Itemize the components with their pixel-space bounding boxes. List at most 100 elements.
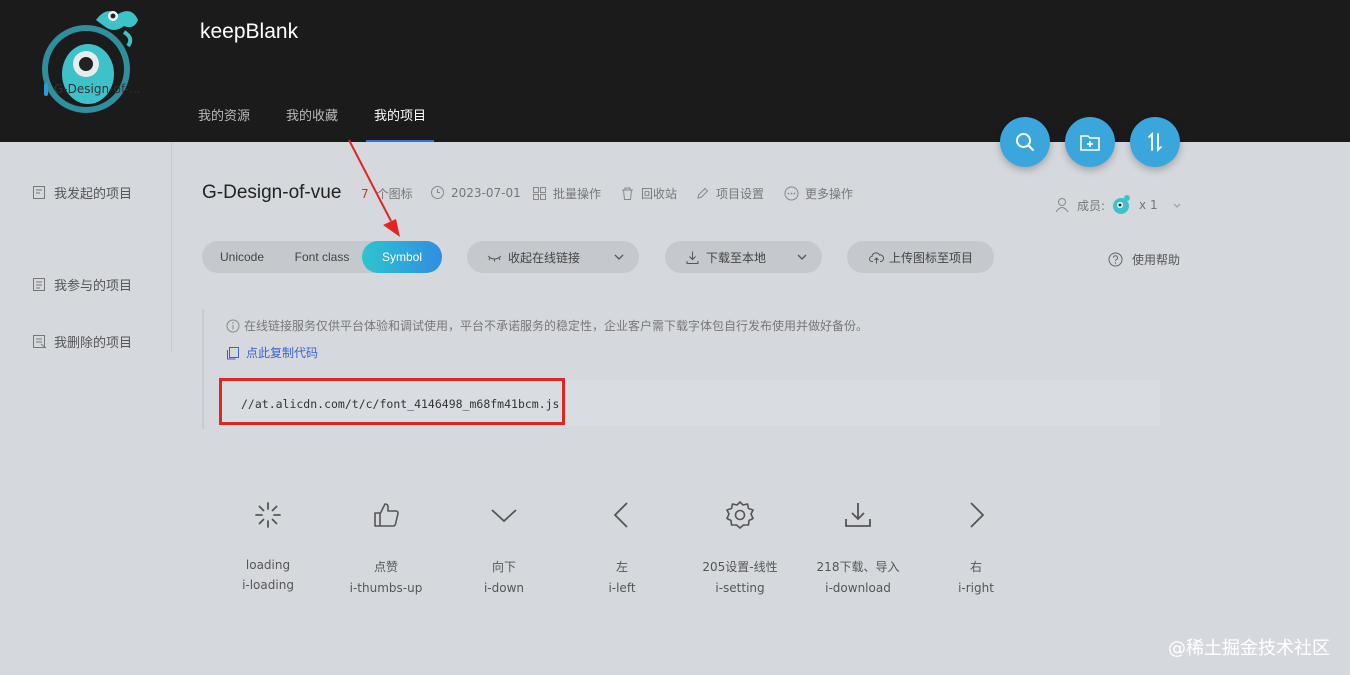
icon-count-value: 7: [361, 186, 369, 201]
more-actions-label: 更多操作: [805, 187, 854, 201]
help-label: 使用帮助: [1132, 253, 1181, 267]
sort-icon: [1148, 131, 1162, 153]
sort-button[interactable]: [1130, 117, 1180, 167]
copy-icon: [227, 346, 239, 359]
members-label: 成员:: [1077, 198, 1106, 213]
user-icon: [1055, 198, 1069, 213]
icon-card-thumbs-up[interactable]: 点赞 i-thumbs-up: [326, 495, 446, 595]
help-icon: [1108, 252, 1123, 267]
font-type-tabs: Unicode Font class Symbol: [202, 241, 442, 273]
download-local-label: 下载至本地: [706, 250, 767, 265]
icon-code: i-loading: [242, 578, 294, 592]
icon-card-loading[interactable]: loading i-loading: [208, 495, 328, 592]
recycle-bin-label: 回收站: [641, 187, 678, 201]
sidebar-item-joined[interactable]: 我参与的项目: [32, 275, 132, 294]
info-icon: [226, 319, 240, 332]
members-count: x 1: [1139, 198, 1158, 212]
active-indicator: [44, 82, 48, 96]
icon-code: i-left: [608, 581, 636, 595]
add-folder-button[interactable]: [1065, 117, 1115, 167]
main-nav: 我的资源 我的收藏 我的项目: [198, 108, 462, 142]
project-settings-label: 项目设置: [716, 187, 765, 201]
download-local-button[interactable]: 下载至本地: [665, 241, 822, 273]
sidebar-item-label: 我发起的项目: [54, 187, 133, 202]
icon-name: 左: [615, 560, 628, 574]
download-icon: [845, 503, 871, 527]
search-button[interactable]: [1000, 117, 1050, 167]
icon-code: i-setting: [715, 581, 765, 595]
edit-icon: [697, 187, 709, 199]
project-title: G-Design-of-vue: [202, 182, 342, 203]
icon-name: loading: [245, 558, 291, 572]
batch-action-label: 批量操作: [553, 187, 602, 201]
nav-my-projects[interactable]: 我的项目: [366, 108, 435, 142]
sidebar: [0, 142, 172, 352]
thumbs-up-icon: [374, 503, 399, 527]
notice-text: 在线链接服务仅供平台体验和调试使用，平台不承诺服务的稳定性，企业客户需下载字体包…: [226, 317, 868, 334]
eye-closed-icon: [487, 255, 502, 261]
icon-name: 向下: [491, 560, 516, 574]
tab-unicode[interactable]: Unicode: [202, 241, 282, 273]
document-delete-icon: [33, 335, 47, 349]
icon-name: 205设置-线性: [702, 560, 778, 574]
upload-icons-label: 上传图标至项目: [889, 250, 974, 265]
chevron-down-icon: [797, 254, 807, 260]
icon-code: i-down: [483, 581, 525, 595]
nav-my-favorites[interactable]: 我的收藏: [286, 108, 338, 142]
sidebar-item-label: 我删除的项目: [54, 336, 133, 351]
sidebar-item-deleted[interactable]: 我删除的项目: [32, 332, 132, 351]
icon-name: 点赞: [373, 560, 398, 574]
chevron-down-icon: [1173, 203, 1180, 208]
icon-card-down[interactable]: 向下 i-down: [444, 495, 564, 595]
upload-icons-button[interactable]: 上传图标至项目: [847, 241, 994, 273]
project-settings-button[interactable]: 项目设置: [695, 185, 764, 202]
setting-icon: [726, 501, 754, 529]
trash-icon: [622, 187, 633, 200]
sidebar-project-label: G-Design-of-...: [54, 82, 141, 96]
icon-code: i-thumbs-up: [349, 581, 423, 595]
grid-icon: [533, 187, 546, 200]
icon-count-suffix: 个图标: [376, 187, 413, 201]
more-icon: [784, 186, 799, 201]
copy-code-label: 点此复制代码: [246, 346, 319, 360]
tab-symbol[interactable]: Symbol: [362, 241, 442, 273]
highlight-box: [219, 378, 565, 425]
left-icon: [613, 502, 628, 528]
more-actions-button[interactable]: 更多操作: [784, 185, 853, 202]
icon-card-download[interactable]: 218下载、导入 i-download: [798, 495, 918, 595]
sidebar-project-item[interactable]: G-Design-of-...: [44, 82, 140, 96]
project-date: 2023-07-01: [430, 185, 521, 200]
batch-action-button[interactable]: 批量操作: [532, 185, 601, 202]
add-folder-icon: [1080, 135, 1100, 151]
document-edit-icon: [33, 186, 45, 199]
member-avatar: [1113, 195, 1131, 214]
sidebar-item-label: 我参与的项目: [54, 279, 133, 294]
icon-name: 218下载、导入: [816, 560, 900, 574]
download-icon: [686, 251, 699, 264]
help-button[interactable]: 使用帮助: [1108, 251, 1180, 268]
icon-name: 右: [969, 560, 982, 574]
copy-code-link[interactable]: 点此复制代码: [226, 344, 318, 361]
sidebar-item-created[interactable]: 我发起的项目: [32, 183, 132, 202]
username: keepBlank: [200, 20, 299, 43]
icon-code: i-download: [825, 581, 891, 595]
notice-label: 在线链接服务仅供平台体验和调试使用，平台不承诺服务的稳定性，企业客户需下载字体包…: [244, 319, 869, 333]
down-icon: [491, 509, 517, 523]
date-label: 2023-07-01: [451, 185, 521, 200]
members-dropdown[interactable]: 成员: x 1: [1055, 194, 1188, 216]
recycle-bin-button[interactable]: 回收站: [620, 185, 677, 202]
icon-card-setting[interactable]: 205设置-线性 i-setting: [680, 495, 800, 595]
nav-my-resources[interactable]: 我的资源: [198, 108, 250, 142]
watermark: @稀土掘金技术社区: [1168, 638, 1330, 659]
collapse-link-label: 收起在线链接: [508, 250, 581, 265]
document-list-icon: [33, 278, 45, 291]
icon-card-right[interactable]: 右 i-right: [916, 495, 1036, 595]
icon-card-left[interactable]: 左 i-left: [562, 495, 682, 595]
right-icon: [970, 502, 985, 528]
collapse-link-button[interactable]: 收起在线链接: [467, 241, 639, 273]
tab-font-class[interactable]: Font class: [282, 241, 362, 273]
chevron-down-icon: [614, 254, 624, 260]
avatar[interactable]: [36, 2, 146, 117]
icon-code: i-right: [958, 581, 994, 595]
cloud-upload-icon: [869, 251, 884, 263]
